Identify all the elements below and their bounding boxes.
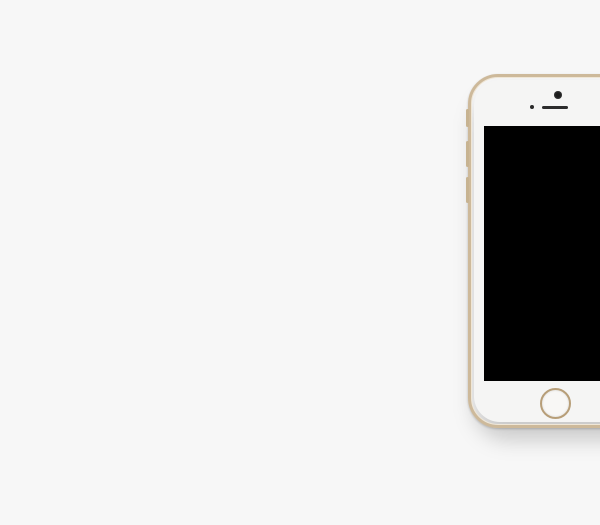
smartphone — [466, 74, 600, 428]
phone-front-face — [474, 80, 600, 422]
mute-switch — [466, 109, 469, 127]
home-button — [540, 388, 571, 419]
proximity-sensor — [530, 105, 534, 109]
phone-screen — [484, 126, 600, 381]
front-camera-icon — [554, 91, 562, 99]
earpiece-speaker — [542, 106, 568, 109]
volume-up-button — [466, 141, 469, 167]
volume-down-button — [466, 177, 469, 203]
photo-scene — [0, 0, 600, 525]
